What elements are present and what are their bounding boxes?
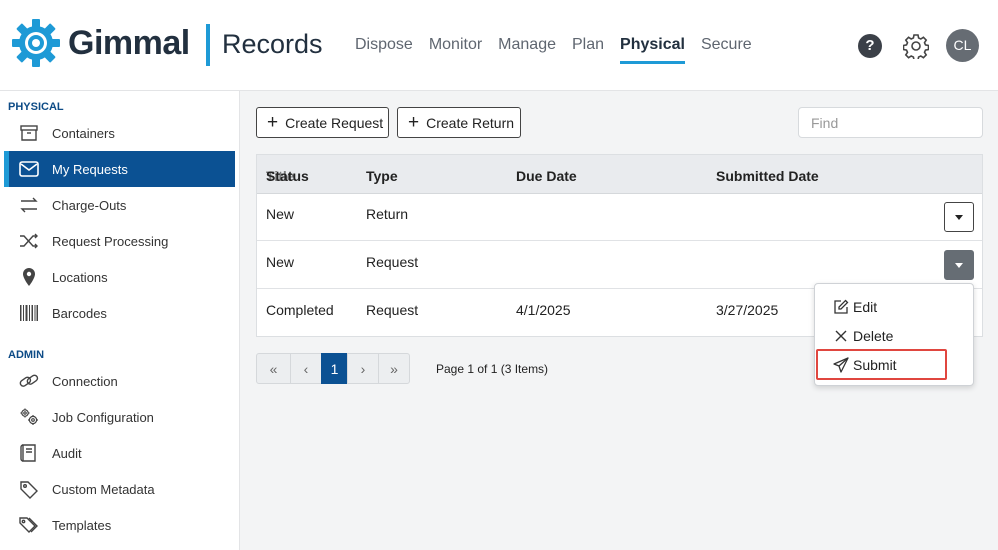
menu-item-label: Edit (853, 299, 878, 315)
user-avatar[interactable]: CL (946, 29, 979, 62)
table-row[interactable]: New Request (257, 241, 982, 289)
gear-logo-icon (12, 19, 60, 67)
sidebar-item-locations[interactable]: Locations (4, 259, 235, 295)
column-header-type[interactable]: Type (366, 168, 398, 184)
brand-divider (206, 24, 210, 66)
create-return-label: Create Return (426, 114, 515, 131)
sidebar-item-custom-metadata[interactable]: Custom Metadata (4, 471, 235, 507)
cell-type: Return (366, 206, 409, 222)
sidebar-item-label: Custom Metadata (52, 482, 155, 497)
row-actions-button[interactable] (944, 202, 974, 232)
pagination: « ‹ 1 › » (256, 353, 410, 384)
sidebar-item-containers[interactable]: Containers (4, 115, 235, 151)
section-title-physical: PHYSICAL (8, 101, 64, 113)
plus-icon: + (267, 112, 279, 133)
cell-due-date: 4/1/2025 (516, 302, 571, 318)
sidebar-item-label: Request Processing (52, 234, 169, 249)
cell-status: Completed (266, 302, 334, 318)
column-header-title-overlap: Title (266, 168, 295, 184)
edit-icon (834, 299, 849, 314)
nav-monitor[interactable]: Monitor (429, 36, 482, 62)
create-return-button[interactable]: + Create Return (397, 107, 521, 138)
sidebar-item-connection[interactable]: Connection (4, 363, 235, 399)
nav-physical[interactable]: Physical (620, 36, 685, 64)
gears-icon (20, 408, 38, 425)
cell-type: Request (366, 302, 419, 318)
swap-arrows-icon (20, 197, 38, 213)
sidebar-item-label: My Requests (52, 162, 128, 177)
page-info: Page 1 of 1 (3 Items) (436, 362, 549, 376)
first-page-button[interactable]: « (256, 353, 291, 384)
nav-dispose[interactable]: Dispose (355, 36, 413, 62)
row-actions-button[interactable] (944, 250, 974, 280)
find-input[interactable] (798, 107, 983, 138)
sidebar-item-label: Job Configuration (52, 410, 154, 425)
cell-type: Request (366, 254, 419, 270)
sidebar-item-my-requests[interactable]: My Requests (4, 151, 235, 187)
column-header-due-date[interactable]: Due Date (516, 168, 577, 184)
page-button-current[interactable]: 1 (321, 353, 348, 384)
sidebar-item-label: Locations (52, 270, 108, 285)
envelope-icon (19, 161, 39, 177)
caret-down-icon (955, 215, 963, 220)
app-header: Gimmal Records Dispose Monitor Manage Pl… (0, 0, 998, 91)
sidebar-item-label: Containers (52, 126, 115, 141)
sidebar-item-barcodes[interactable]: Barcodes (4, 295, 235, 331)
tags-icon (19, 517, 38, 533)
sidebar-item-label: Connection (52, 374, 118, 389)
create-request-button[interactable]: + Create Request (256, 107, 389, 138)
product-name: Records (222, 29, 323, 59)
map-pin-icon (23, 268, 35, 286)
barcode-icon (20, 305, 38, 321)
column-header-submitted-date[interactable]: Submitted Date (716, 168, 819, 184)
sidebar: PHYSICAL Containers My Requests Charge-O… (0, 91, 240, 550)
menu-item-delete[interactable]: Delete (815, 322, 973, 350)
caret-down-icon (955, 263, 963, 268)
last-page-button[interactable]: » (378, 353, 410, 384)
sidebar-item-label: Charge-Outs (52, 198, 127, 213)
book-icon (20, 444, 36, 462)
next-page-button[interactable]: › (347, 353, 379, 384)
close-icon (835, 330, 847, 342)
sidebar-item-charge-outs[interactable]: Charge-Outs (4, 187, 235, 223)
sidebar-item-label: Templates (52, 518, 112, 533)
brand-name: Gimmal (68, 24, 190, 62)
sidebar-item-label: Audit (52, 446, 82, 461)
cell-status: New (266, 254, 295, 270)
submit-highlight-box (816, 349, 947, 380)
sidebar-item-audit[interactable]: Audit (4, 435, 235, 471)
sidebar-item-job-configuration[interactable]: Job Configuration (4, 399, 235, 435)
sidebar-item-label: Barcodes (52, 306, 107, 321)
cell-submitted-date: 3/27/2025 (716, 302, 779, 318)
sidebar-item-request-processing[interactable]: Request Processing (4, 223, 235, 259)
sidebar-item-templates[interactable]: Templates (4, 507, 235, 543)
table-row[interactable]: New Return (257, 193, 982, 241)
nav-plan[interactable]: Plan (572, 36, 604, 62)
archive-box-icon (20, 125, 38, 141)
help-icon[interactable]: ? (858, 34, 882, 58)
link-icon (19, 374, 39, 387)
section-title-admin: ADMIN (8, 349, 45, 361)
menu-item-label: Delete (853, 328, 894, 344)
menu-item-edit[interactable]: Edit (815, 293, 973, 321)
settings-gear-icon[interactable] (903, 33, 929, 59)
tag-icon (20, 481, 38, 499)
main-nav: Dispose Monitor Manage Plan Physical Sec… (355, 36, 752, 64)
cell-status: New (266, 206, 295, 222)
nav-secure[interactable]: Secure (701, 36, 752, 62)
nav-manage[interactable]: Manage (498, 36, 556, 62)
create-request-label: Create Request (285, 114, 384, 131)
table-header: Status Title Type Due Date Submitted Dat… (257, 155, 982, 194)
shuffle-icon (20, 233, 38, 249)
prev-page-button[interactable]: ‹ (290, 353, 322, 384)
plus-icon: + (408, 112, 420, 133)
